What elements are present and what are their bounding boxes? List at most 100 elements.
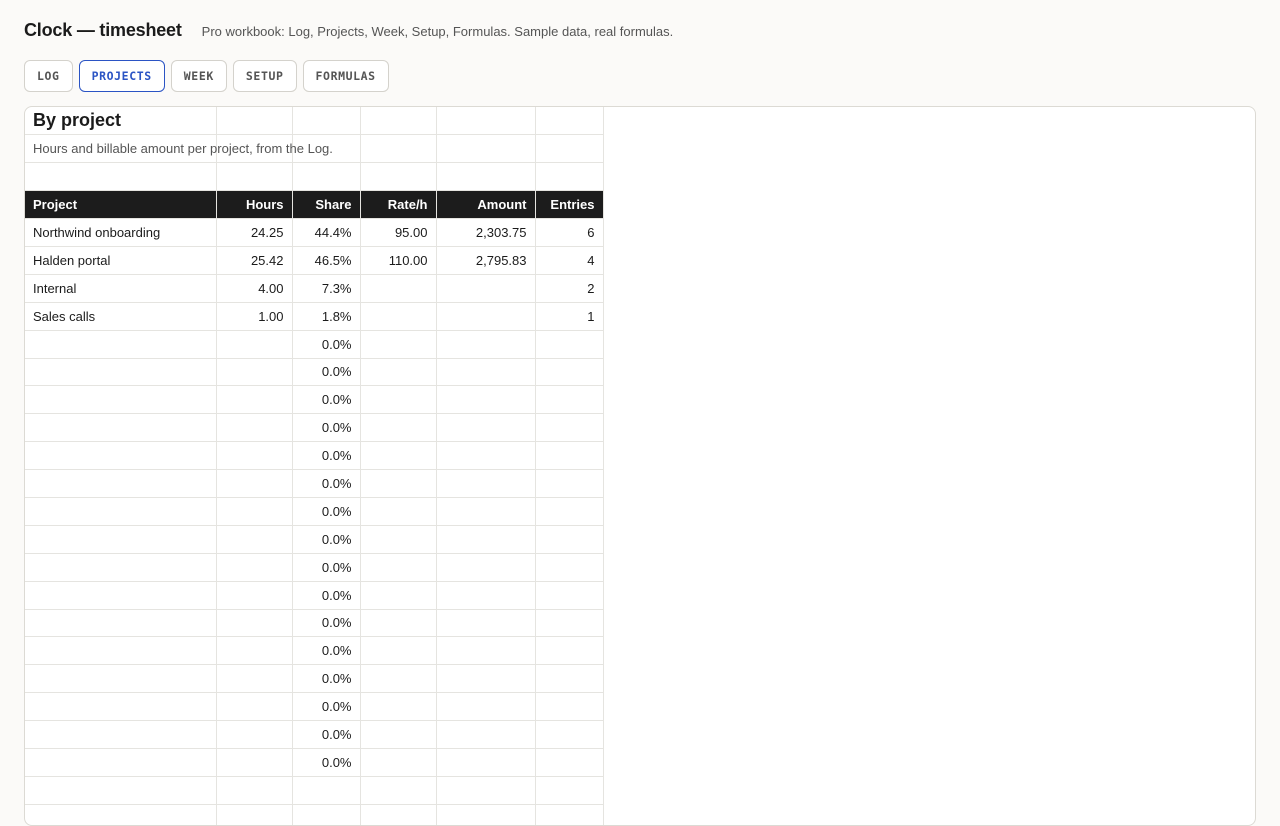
grid-cell[interactable]: [292, 107, 361, 136]
cell-entries[interactable]: [535, 581, 604, 610]
cell-share[interactable]: 0.0%: [292, 581, 361, 610]
cell-share[interactable]: 0.0%: [292, 385, 361, 415]
tab-projects[interactable]: PROJECTS: [78, 60, 165, 92]
grid-cell[interactable]: [535, 162, 604, 192]
cell-share[interactable]: 0.0%: [292, 497, 361, 526]
cell-share[interactable]: 0.0%: [292, 413, 361, 443]
cell-amount[interactable]: [436, 358, 536, 387]
cell-entries[interactable]: 1: [535, 302, 604, 331]
cell-share[interactable]: 0.0%: [292, 609, 361, 638]
cell-project[interactable]: [25, 385, 217, 415]
cell-entries[interactable]: [535, 413, 604, 443]
cell-rate[interactable]: [360, 609, 437, 638]
cell-share[interactable]: 1.8%: [292, 302, 361, 331]
cell-share[interactable]: 7.3%: [292, 274, 361, 303]
cell-amount[interactable]: [436, 525, 536, 554]
cell-rate[interactable]: [360, 720, 437, 749]
cell-project[interactable]: [25, 330, 217, 359]
cell-project[interactable]: [25, 553, 217, 582]
cell-hours[interactable]: [216, 609, 293, 638]
cell-entries[interactable]: 6: [535, 218, 604, 247]
cell-hours[interactable]: [216, 413, 293, 443]
cell-amount[interactable]: [436, 804, 536, 825]
cell-hours[interactable]: [216, 748, 293, 777]
cell-entries[interactable]: [535, 776, 604, 805]
cell-rate[interactable]: [360, 804, 437, 825]
cell-amount[interactable]: [436, 413, 536, 443]
cell-project[interactable]: [25, 692, 217, 722]
cell-share[interactable]: 0.0%: [292, 553, 361, 582]
grid-cell[interactable]: [535, 134, 604, 164]
cell-rate[interactable]: [360, 664, 437, 694]
cell-share[interactable]: [292, 776, 361, 805]
cell-amount[interactable]: [436, 776, 536, 805]
tab-week[interactable]: WEEK: [170, 60, 227, 92]
cell-amount[interactable]: [436, 609, 536, 638]
cell-entries[interactable]: [535, 664, 604, 694]
cell-project[interactable]: Northwind onboarding: [25, 218, 217, 247]
cell-share[interactable]: 0.0%: [292, 330, 361, 359]
cell-project[interactable]: Sales calls: [25, 302, 217, 331]
cell-project[interactable]: [25, 441, 217, 471]
cell-hours[interactable]: [216, 358, 293, 387]
cell-amount[interactable]: [436, 692, 536, 722]
cell-hours[interactable]: [216, 441, 293, 471]
cell-entries[interactable]: [535, 525, 604, 554]
cell-amount[interactable]: [436, 441, 536, 471]
cell-project[interactable]: [25, 525, 217, 554]
cell-project[interactable]: [25, 469, 217, 498]
cell-hours[interactable]: [216, 664, 293, 694]
cell-rate[interactable]: 95.00: [360, 218, 437, 247]
grid-cell[interactable]: [535, 107, 604, 136]
cell-share[interactable]: 0.0%: [292, 358, 361, 387]
cell-share[interactable]: [292, 804, 361, 825]
grid-cell[interactable]: [436, 162, 536, 192]
cell-share[interactable]: 0.0%: [292, 664, 361, 694]
cell-hours[interactable]: [216, 692, 293, 722]
cell-rate[interactable]: [360, 497, 437, 526]
cell-hours[interactable]: [216, 581, 293, 610]
cell-project[interactable]: [25, 720, 217, 749]
cell-rate[interactable]: [360, 330, 437, 359]
cell-project[interactable]: [25, 664, 217, 694]
cell-hours[interactable]: 24.25: [216, 218, 293, 247]
tab-log[interactable]: LOG: [24, 60, 73, 92]
cell-project[interactable]: Internal: [25, 274, 217, 303]
cell-share[interactable]: 44.4%: [292, 218, 361, 247]
cell-rate[interactable]: [360, 553, 437, 582]
sheet-title[interactable]: By project: [25, 107, 217, 136]
sheet-description[interactable]: Hours and billable amount per project, f…: [25, 134, 333, 164]
cell-hours[interactable]: [216, 497, 293, 526]
cell-share[interactable]: 0.0%: [292, 525, 361, 554]
tab-setup[interactable]: SETUP: [232, 60, 297, 92]
cell-entries[interactable]: [535, 469, 604, 498]
cell-hours[interactable]: 25.42: [216, 246, 293, 275]
cell-amount[interactable]: [436, 497, 536, 526]
grid-cell[interactable]: [360, 134, 437, 164]
grid-cell[interactable]: [436, 107, 536, 136]
column-header-hours[interactable]: Hours: [216, 190, 293, 220]
cell-hours[interactable]: [216, 636, 293, 666]
cell-amount[interactable]: [436, 330, 536, 359]
cell-rate[interactable]: 110.00: [360, 246, 437, 275]
cell-amount[interactable]: [436, 664, 536, 694]
cell-rate[interactable]: [360, 692, 437, 722]
cell-hours[interactable]: [216, 776, 293, 805]
cell-entries[interactable]: 4: [535, 246, 604, 275]
cell-hours[interactable]: [216, 804, 293, 825]
cell-project[interactable]: [25, 358, 217, 387]
cell-rate[interactable]: [360, 413, 437, 443]
cell-amount[interactable]: [436, 469, 536, 498]
grid-cell[interactable]: [216, 162, 293, 192]
cell-hours[interactable]: [216, 553, 293, 582]
cell-entries[interactable]: [535, 748, 604, 777]
cell-rate[interactable]: [360, 302, 437, 331]
cell-project[interactable]: [25, 413, 217, 443]
column-header-project[interactable]: Project: [25, 190, 217, 220]
grid-cell[interactable]: [25, 162, 217, 192]
cell-entries[interactable]: [535, 385, 604, 415]
grid-cell[interactable]: [216, 107, 293, 136]
cell-share[interactable]: 0.0%: [292, 636, 361, 666]
cell-project[interactable]: [25, 776, 217, 805]
cell-amount[interactable]: [436, 553, 536, 582]
